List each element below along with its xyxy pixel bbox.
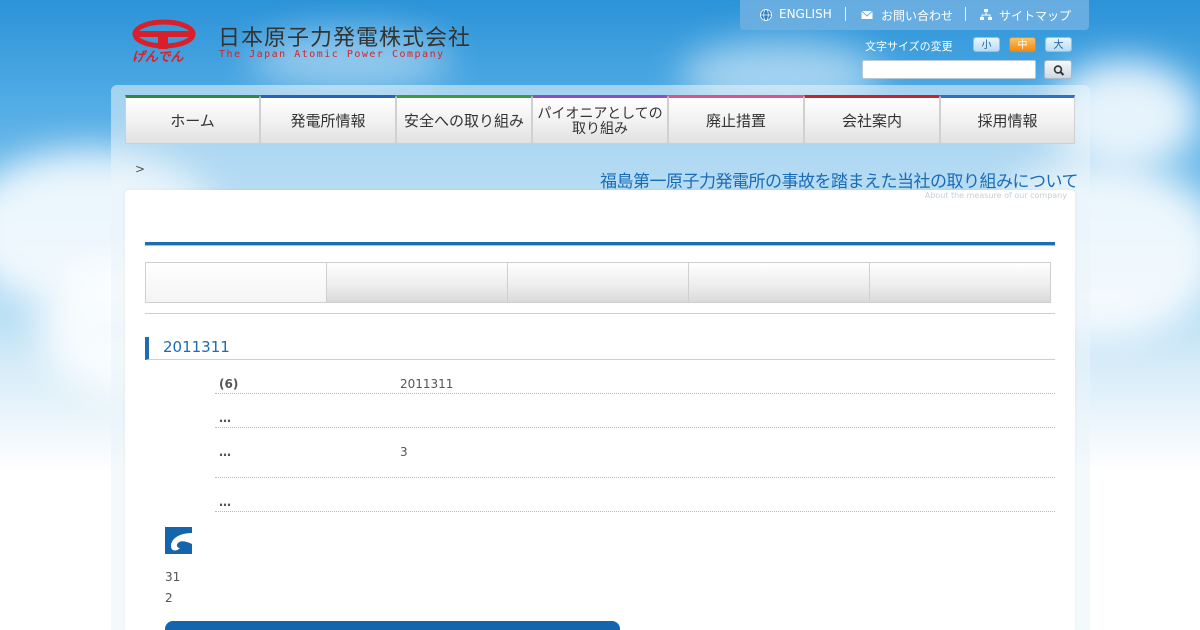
font-size-label: 文字サイズの変更 [865, 40, 953, 53]
tab-2[interactable] [327, 263, 508, 302]
note-text: 31 [165, 570, 181, 584]
info-label: … [219, 445, 231, 459]
nav-power-station-info[interactable]: 発電所情報 [260, 95, 396, 144]
info-value: 2011311 [400, 377, 454, 391]
font-size-small-button[interactable]: 小 [973, 37, 1000, 52]
nav-label: ホーム [170, 112, 215, 130]
nav-label: 採用情報 [977, 112, 1038, 130]
search-input[interactable] [862, 60, 1036, 79]
note-text: 2 [165, 591, 173, 605]
tab-3[interactable] [508, 263, 689, 302]
info-row: … 3 [215, 436, 1055, 478]
contact-link[interactable]: お問い合わせ [881, 7, 953, 24]
info-label: (6) [219, 377, 239, 391]
sitemap-link[interactable]: サイトマップ [999, 7, 1071, 24]
sitemap-icon [980, 9, 992, 20]
nav-recruitment[interactable]: 採用情報 [940, 95, 1075, 144]
divider [845, 7, 846, 21]
company-name-jp: 日本原子力発電株式会社 [218, 26, 472, 51]
page-title: 福島第一原子力発電所の事故を踏まえた当社の取り組みについて [600, 172, 1079, 192]
info-value: 3 [400, 445, 408, 459]
search-button[interactable] [1044, 60, 1072, 79]
local-tabs [145, 262, 1051, 303]
tab-4[interactable] [689, 263, 870, 302]
company-name-en: The Japan Atomic Power Company [219, 49, 445, 60]
nav-pioneer-efforts[interactable]: パイオニアとしての取り組み [532, 95, 668, 144]
info-label: … [219, 495, 231, 509]
nav-label: パイオニアとしての取り組み [537, 105, 663, 137]
wave-icon [165, 527, 192, 554]
nav-safety-efforts[interactable]: 安全への取り組み [396, 95, 532, 144]
company-logo-link[interactable]: げんでん 日本原子力発電株式会社 The Japan Atomic Power … [130, 18, 470, 66]
nav-label: 発電所情報 [290, 112, 366, 130]
search-icon [1053, 65, 1065, 76]
info-row: … [215, 486, 1055, 512]
globe-icon [760, 9, 772, 21]
nav-label: 廃止措置 [705, 112, 766, 130]
utility-nav: ENGLISH お問い合わせ サイトマップ [740, 0, 1089, 30]
section-heading: 2011311 [145, 337, 1055, 360]
tab-5[interactable] [870, 263, 1050, 302]
info-row: … [215, 402, 1055, 428]
divider [145, 313, 1055, 314]
global-nav: ホーム 発電所情報 安全への取り組み パイオニアとしての取り組み 廃止措置 会社… [125, 95, 1075, 144]
section-banner [165, 621, 620, 630]
divider [965, 7, 966, 21]
title-divider [145, 242, 1055, 246]
nav-company-info[interactable]: 会社案内 [804, 95, 940, 144]
english-link[interactable]: ENGLISH [779, 7, 832, 21]
breadcrumb[interactable]: > [135, 162, 145, 176]
page-subtitle: About the measure of our company [924, 191, 1067, 200]
nav-home[interactable]: ホーム [125, 95, 260, 144]
tab-1[interactable] [146, 263, 327, 302]
logo-text: げんでん [132, 49, 184, 64]
font-size-medium-button[interactable]: 中 [1009, 37, 1036, 52]
font-size-large-button[interactable]: 大 [1045, 37, 1072, 52]
mail-icon [861, 10, 873, 19]
nav-label: 会社案内 [841, 112, 902, 130]
genden-logo-icon: げんでん [132, 19, 196, 64]
nav-label: 安全への取り組み [403, 112, 524, 130]
info-label: … [219, 411, 231, 425]
section-heading-text: 2011311 [163, 338, 230, 356]
nav-decommissioning[interactable]: 廃止措置 [668, 95, 804, 144]
info-row: (6) 2011311 [215, 368, 1055, 394]
